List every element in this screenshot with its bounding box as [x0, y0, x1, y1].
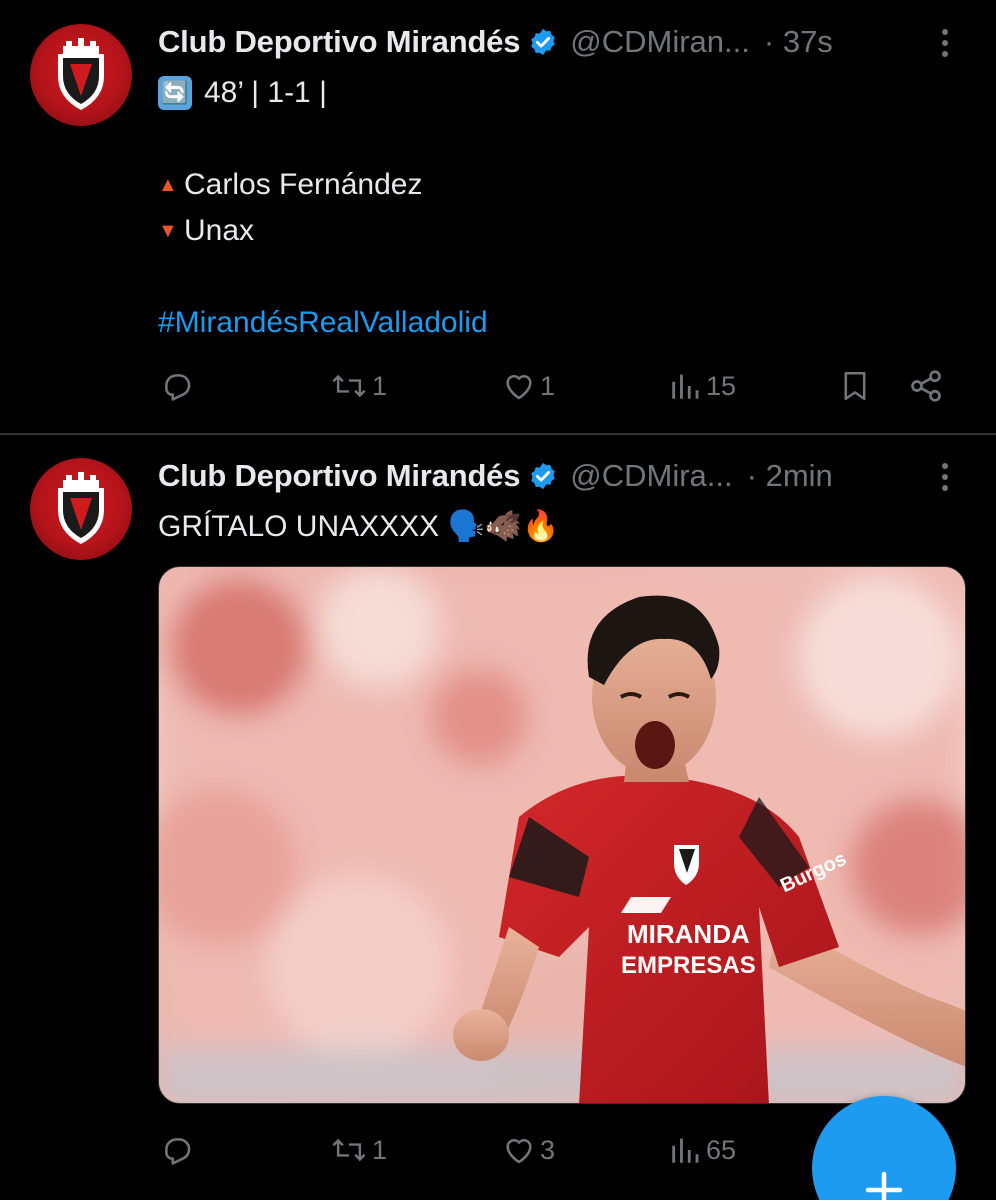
avatar[interactable]: [30, 24, 132, 126]
like-button[interactable]: 1: [502, 366, 555, 406]
share-button[interactable]: [908, 366, 944, 406]
tweet-text-line: GRÍTALO UNAXXXX 🗣️🐗🔥: [158, 510, 560, 543]
avatar[interactable]: [30, 458, 132, 560]
reply-button[interactable]: [160, 1130, 198, 1170]
club-crest-icon: [58, 38, 104, 110]
down-triangle-icon: ▼: [158, 220, 178, 242]
timestamp[interactable]: · 2min: [747, 458, 833, 494]
hashtag-link[interactable]: #MirandésRealValladolid: [158, 300, 488, 346]
views-chart-icon: [672, 374, 699, 399]
timestamp[interactable]: · 37s: [764, 24, 833, 60]
reply-icon: [165, 374, 191, 401]
retweet-icon: [332, 374, 366, 398]
shirt-sponsor-line1: MIRANDA: [627, 919, 750, 949]
retweet-button[interactable]: 1: [330, 366, 387, 406]
author-name[interactable]: Club Deportivo Mirandés: [158, 24, 520, 60]
verified-badge-icon: [531, 462, 556, 490]
shirt-sponsor-line2: EMPRESAS: [621, 952, 756, 979]
author-handle[interactable]: @CDMira...: [570, 458, 732, 494]
verified-badge-icon: [531, 28, 556, 56]
plus-icon: [865, 1171, 903, 1200]
sub-in-line: ▲ Carlos Fernández: [158, 162, 488, 208]
like-button[interactable]: 3: [502, 1130, 555, 1170]
up-triangle-icon: ▲: [158, 174, 178, 196]
bookmark-icon: [844, 371, 866, 401]
tweet-text: 🔄 48’ | 1-1 | ▲ Carlos Fernández ▼ Unax …: [158, 70, 488, 346]
heart-icon: [506, 374, 532, 400]
retweet-count: 1: [372, 1134, 388, 1165]
tweet[interactable]: Club Deportivo Mirandés @CDMiran... · 37…: [0, 0, 996, 434]
player-celebration-photo: MIRANDA EMPRESAS Burgos: [159, 567, 965, 1103]
club-crest-icon: [58, 472, 104, 544]
tweet-header: Club Deportivo Mirandés @CDMira... · 2mi…: [158, 456, 958, 496]
author-handle[interactable]: @CDMiran...: [570, 24, 750, 60]
retweet-button[interactable]: 1: [330, 1130, 387, 1170]
reply-icon: [165, 1138, 191, 1165]
author-name[interactable]: Club Deportivo Mirandés: [158, 458, 520, 494]
reply-button[interactable]: [160, 366, 198, 406]
view-count: 65: [706, 1134, 737, 1165]
tweet-media-photo[interactable]: MIRANDA EMPRESAS Burgos: [158, 566, 966, 1104]
tweet[interactable]: Club Deportivo Mirandés @CDMira... · 2mi…: [0, 436, 996, 1200]
retweet-icon: [332, 1138, 366, 1162]
timeline: Club Deportivo Mirandés @CDMiran... · 37…: [0, 0, 996, 1200]
heart-icon: [506, 1138, 532, 1164]
tweet-text: GRÍTALO UNAXXXX 🗣️🐗🔥: [158, 504, 560, 550]
repeat-emoji: 🔄: [158, 76, 192, 110]
view-count: 15: [706, 370, 737, 401]
more-options-icon[interactable]: [940, 462, 950, 492]
like-count: 3: [540, 1134, 556, 1165]
more-options-icon[interactable]: [940, 28, 950, 58]
views-chart-icon: [672, 1138, 699, 1163]
sub-out-line: ▼ Unax: [158, 208, 488, 254]
bookmark-button[interactable]: [838, 366, 872, 406]
views-button[interactable]: 15: [668, 366, 736, 406]
share-icon: [911, 370, 941, 402]
score-text: 48’ | 1-1 |: [204, 76, 327, 109]
views-button[interactable]: 65: [668, 1130, 736, 1170]
retweet-count: 1: [372, 370, 388, 401]
sub-in-player: Carlos Fernández: [184, 168, 423, 201]
like-count: 1: [540, 370, 556, 401]
tweet-header: Club Deportivo Mirandés @CDMiran... · 37…: [158, 22, 958, 62]
score-line: 🔄 48’ | 1-1 |: [158, 70, 488, 116]
hashtag-line: #MirandésRealValladolid: [158, 300, 488, 346]
tweet-divider: [0, 433, 996, 435]
sub-out-player: Unax: [184, 214, 255, 247]
tweet-actions: 1 1 15: [158, 366, 958, 406]
